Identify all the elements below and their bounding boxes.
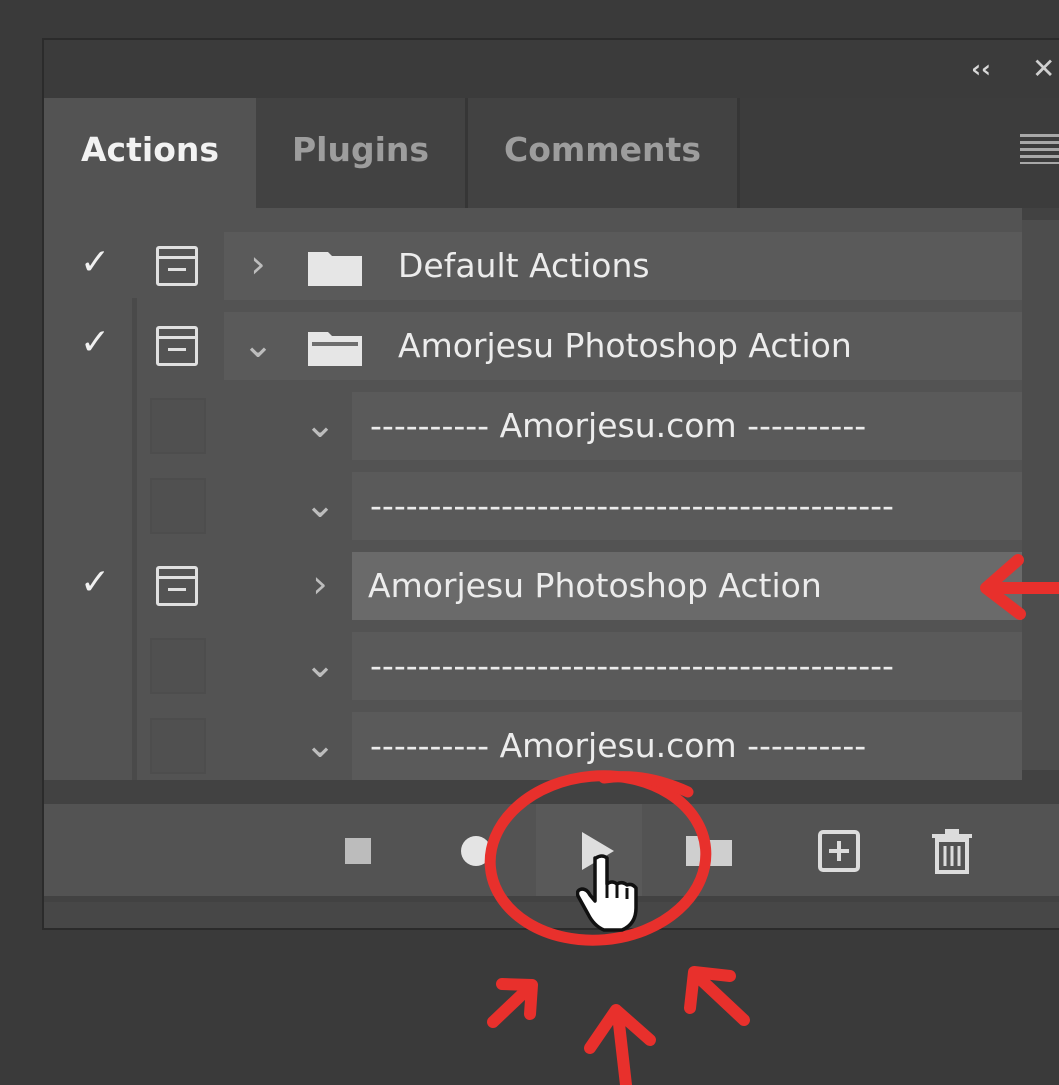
hand-cursor-icon bbox=[576, 854, 638, 932]
arrow-pointer-right-bottom bbox=[684, 966, 750, 1026]
arrow-pointer-right bbox=[980, 554, 1059, 620]
arrow-pointer-bottom bbox=[584, 1004, 656, 1085]
annotation-overlay bbox=[484, 554, 1059, 1085]
arrow-pointer-left bbox=[487, 978, 538, 1028]
